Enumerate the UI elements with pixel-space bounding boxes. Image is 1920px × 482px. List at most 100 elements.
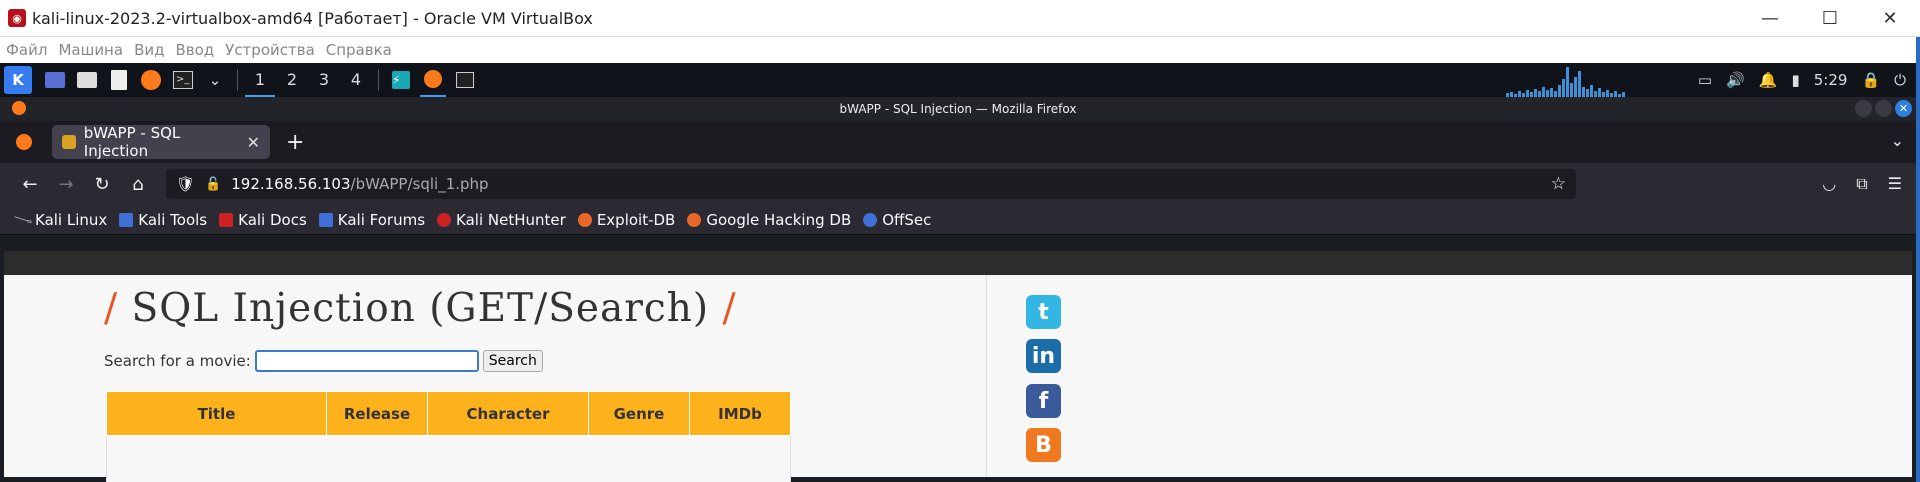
search-form: Search for a movie: Search [104,350,543,372]
volume-icon[interactable]: 🔊 [1726,71,1745,89]
shield-icon[interactable]: 🛡 [176,175,195,193]
firefox-window-title: bWAPP - SQL Injection — Mozilla Firefox [839,102,1077,116]
menu-input[interactable]: Ввод [175,41,214,59]
maximize-button[interactable] [1875,100,1892,117]
twitter-icon[interactable]: t [1026,295,1061,329]
firefox-view-icon[interactable] [16,134,32,150]
col-character: Character [427,391,589,436]
clock[interactable]: 5:29 [1814,71,1848,89]
menu-machine[interactable]: Машина [58,41,123,59]
page-title: / SQL Injection (GET/Search) / [104,286,737,331]
col-imdb: IMDb [689,391,791,436]
file-manager-icon[interactable] [74,67,100,93]
terminal-icon[interactable]: >_ [170,67,196,93]
power-app-icon[interactable]: ⚡ [388,67,414,93]
bookmark-offsec[interactable]: OffSec [863,211,931,229]
home-button[interactable]: ⌂ [120,174,156,195]
bookmark-kali-tools[interactable]: Kali Tools [119,211,207,229]
col-genre: Genre [588,391,690,436]
lock-icon[interactable]: 🔒 [1861,71,1880,89]
search-button[interactable]: Search [482,350,543,372]
menu-devices[interactable]: Устройства [225,41,315,59]
chevron-down-icon[interactable]: ⌄ [202,67,228,93]
movies-table: Title Release Character Genre IMDb [106,391,791,482]
forward-button[interactable]: → [48,174,84,195]
list-tabs-icon[interactable]: ⌄ [1891,131,1904,150]
table-row [106,435,791,482]
col-title: Title [106,391,327,436]
blogger-icon[interactable]: B [1026,428,1061,462]
window-edge [1916,37,1920,482]
back-button[interactable]: ← [12,174,48,195]
extensions-icon[interactable]: ⧉ [1856,174,1867,194]
bookmark-star-icon[interactable]: ☆ [1551,174,1566,194]
bookmark-kali-docs[interactable]: Kali Docs [219,211,307,229]
text-editor-icon[interactable] [106,67,132,93]
col-release: Release [326,391,428,436]
kali-forums-icon [318,212,333,227]
bookmarks-toolbar: 𐃆 Kali Linux Kali Tools Kali Docs Kali Fo… [0,205,1916,235]
linkedin-icon[interactable]: in [1026,339,1061,373]
firefox-icon[interactable] [138,67,164,93]
minimize-button[interactable]: — [1740,0,1800,36]
pocket-icon[interactable]: ◡ [1822,174,1836,194]
bookmark-kali-forums[interactable]: Kali Forums [318,211,425,229]
minimize-button[interactable] [1855,100,1872,117]
sidebar-divider [986,275,987,477]
workspace-1[interactable]: 1 [245,63,275,97]
close-button[interactable]: ✕ [1860,0,1920,36]
tab-bwapp[interactable]: bWAPP - SQL Injection ✕ [52,124,270,160]
url-bar[interactable]: 🛡 🔓 192.168.56.103/bWAPP/sqli_1.php ☆ [166,169,1576,199]
vm-screen: K >_ ⌄ 1 2 3 4 ⚡ ▭ 🔊 🔔 ▮ 5:29 🔒 ⏻ bWAPP … [0,63,1916,482]
nav-bar: ← → ↻ ⌂ 🛡 🔓 192.168.56.103/bWAPP/sqli_1.… [0,163,1916,205]
battery-icon[interactable]: ▮ [1791,71,1799,89]
vbox-titlebar: ◉ kali-linux-2023.2-virtualbox-amd64 [Ра… [0,0,1920,37]
tab-strip: bWAPP - SQL Injection ✕ + ⌄ [0,121,1916,163]
reload-button[interactable]: ↻ [84,174,120,195]
offsec-icon [863,212,878,227]
workspace-3[interactable]: 3 [309,63,339,97]
menu-help[interactable]: Справка [326,41,392,59]
display-icon[interactable]: ▭ [1698,71,1712,89]
firefox-task-icon[interactable] [420,63,446,97]
kali-docs-icon [219,212,234,227]
kali-panel: K >_ ⌄ 1 2 3 4 ⚡ ▭ 🔊 🔔 ▮ 5:29 🔒 ⏻ [0,63,1916,97]
tab-label: bWAPP - SQL Injection [83,124,181,160]
exploit-db-icon [577,212,592,227]
page-content: / SQL Injection (GET/Search) / Search fo… [4,251,1912,482]
terminal-task-icon[interactable] [452,67,478,93]
url-path: /bWAPP/sqli_1.php [350,175,489,193]
bookmark-google-hacking-db[interactable]: Google Hacking DB [687,211,851,229]
search-input[interactable] [254,350,479,372]
new-tab-button[interactable]: + [286,130,304,155]
close-button[interactable]: ✕ [1895,100,1912,117]
header-strip [4,251,1912,275]
workspace-2[interactable]: 2 [277,63,307,97]
firefox-titlebar: bWAPP - SQL Injection — Mozilla Firefox … [0,97,1916,121]
bookmark-kali-nethunter[interactable]: Kali NetHunter [437,211,566,229]
menu-view[interactable]: Вид [134,41,164,59]
kali-tools-icon [119,212,134,227]
lock-icon[interactable]: 🔓 [205,177,221,192]
url-host: 192.168.56.103 [231,175,351,193]
facebook-icon[interactable]: f [1026,384,1061,418]
bookmark-kali-linux[interactable]: 𐃆 Kali Linux [13,211,107,229]
virtualbox-icon: ◉ [8,9,26,27]
workspace-4[interactable]: 4 [341,63,371,97]
maximize-button[interactable]: ☐ [1800,0,1860,36]
nethunter-icon [437,212,452,227]
ghdb-icon [687,212,702,227]
desktop-icon[interactable] [42,67,68,93]
logout-icon[interactable]: ⏻ [1894,71,1906,89]
kali-dragon-icon: 𐃆 [13,215,33,227]
cpu-graph [1506,65,1656,97]
menu-icon[interactable]: ☰ [1888,174,1902,194]
notification-bell-icon[interactable]: 🔔 [1759,71,1778,89]
bee-favicon-icon [62,135,76,149]
kali-menu-icon[interactable]: K [4,66,32,94]
menu-file[interactable]: Файл [6,41,47,59]
bookmark-exploit-db[interactable]: Exploit-DB [577,211,675,229]
close-tab-icon[interactable]: ✕ [247,133,260,152]
search-label: Search for a movie: [104,352,251,370]
window-title: kali-linux-2023.2-virtualbox-amd64 [Рабо… [32,8,593,28]
